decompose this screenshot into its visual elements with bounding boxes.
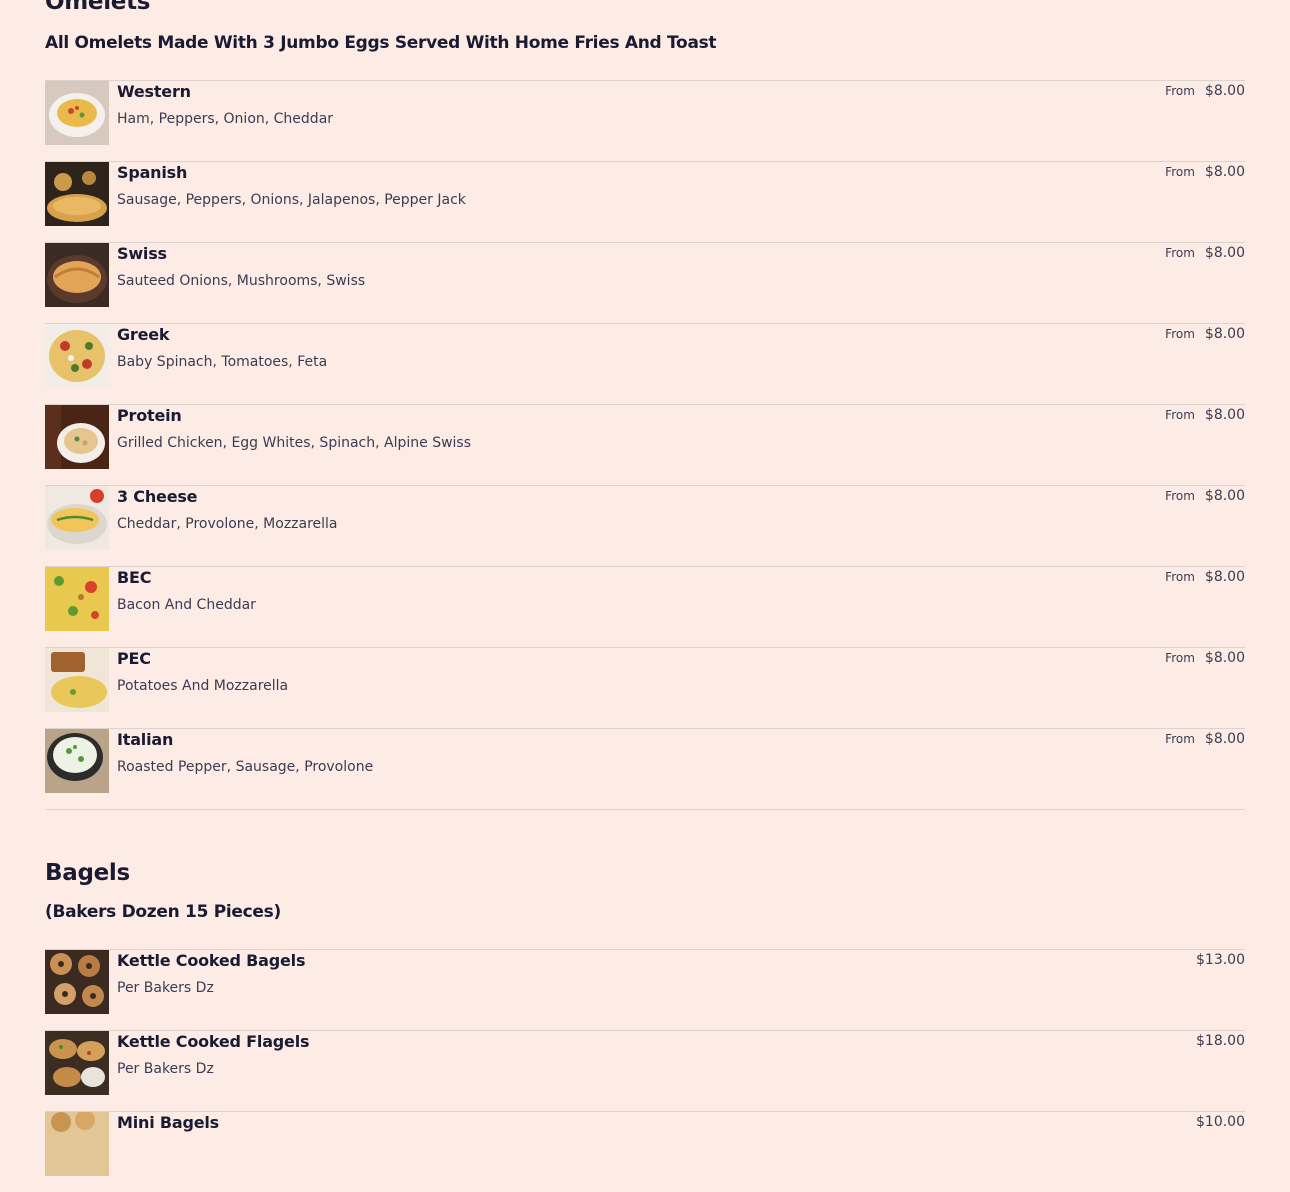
menu-item-list: Kettle Cooked Bagels Per Bakers Dz $13.0…: [45, 949, 1245, 1192]
menu-item-price: $8.00: [1204, 650, 1245, 666]
menu-item-kettle-cooked-flagels[interactable]: Kettle Cooked Flagels Per Bakers Dz $18.…: [45, 1030, 1245, 1111]
menu-item-description: Ham, Peppers, Onion, Cheddar: [117, 111, 334, 127]
menu-item-image: [45, 1112, 109, 1176]
section-title: Omelets: [45, 0, 151, 15]
menu-item-price: $8.00: [1204, 164, 1245, 180]
menu-item-greek[interactable]: Greek Baby Spinach, Tomatoes, Feta From …: [45, 323, 1245, 404]
menu-item-description: Sauteed Onions, Mushrooms, Swiss: [117, 273, 366, 289]
menu-item-name: 3 Cheese: [117, 487, 198, 506]
section-subtitle: (Bakers Dozen 15 Pieces): [45, 902, 281, 922]
section-subtitle: All Omelets Made With 3 Jumbo Eggs Serve…: [45, 33, 717, 53]
price-block: From $8.00: [1165, 326, 1245, 342]
price-prefix: From: [1165, 165, 1195, 179]
menu-item-image: [45, 1031, 109, 1095]
menu-item-kettle-cooked-bagels[interactable]: Kettle Cooked Bagels Per Bakers Dz $13.0…: [45, 949, 1245, 1030]
menu-item-description: Roasted Pepper, Sausage, Provolone: [117, 759, 374, 775]
menu-item-name: Kettle Cooked Bagels: [117, 951, 306, 970]
menu-item-list: Western Ham, Peppers, Onion, Cheddar Fro…: [45, 80, 1245, 810]
price-prefix: From: [1165, 732, 1195, 746]
price-block: From $8.00: [1165, 245, 1245, 261]
menu-item-western[interactable]: Western Ham, Peppers, Onion, Cheddar Fro…: [45, 80, 1245, 161]
price-block: $18.00: [1196, 1033, 1245, 1049]
menu-item-image: [45, 81, 109, 145]
price-block: From $8.00: [1165, 164, 1245, 180]
price-prefix: From: [1165, 651, 1195, 665]
menu-item-name: Protein: [117, 406, 182, 425]
menu-item-name: Kettle Cooked Flagels: [117, 1032, 310, 1051]
price-block: From $8.00: [1165, 731, 1245, 747]
menu-item-bec[interactable]: BEC Bacon And Cheddar From $8.00: [45, 566, 1245, 647]
menu-item-price: $10.00: [1196, 1114, 1245, 1130]
price-block: From $8.00: [1165, 569, 1245, 585]
price-prefix: From: [1165, 408, 1195, 422]
menu-item-price: $8.00: [1204, 83, 1245, 99]
menu-item-description: Sausage, Peppers, Onions, Jalapenos, Pep…: [117, 192, 466, 208]
menu-item-image: [45, 950, 109, 1014]
menu-item-name: Greek: [117, 325, 170, 344]
menu-item-description: Potatoes And Mozzarella: [117, 678, 289, 694]
menu-item-price: $13.00: [1196, 952, 1245, 968]
price-prefix: From: [1165, 327, 1195, 341]
price-prefix: From: [1165, 489, 1195, 503]
price-block: From $8.00: [1165, 407, 1245, 423]
menu-item-description: Cheddar, Provolone, Mozzarella: [117, 516, 338, 532]
menu-item-name: Mini Bagels: [117, 1113, 219, 1132]
menu-item-description: Per Bakers Dz: [117, 980, 214, 996]
menu-item-image: [45, 405, 109, 469]
price-block: From $8.00: [1165, 650, 1245, 666]
menu-item-name: Spanish: [117, 163, 188, 182]
menu-item-image: [45, 567, 109, 631]
menu-item-image: [45, 486, 109, 550]
menu-item-image: [45, 324, 109, 388]
menu-item-name: PEC: [117, 649, 151, 668]
menu-item-name: Western: [117, 82, 191, 101]
menu-item-spanish[interactable]: Spanish Sausage, Peppers, Onions, Jalape…: [45, 161, 1245, 242]
price-block: $13.00: [1196, 952, 1245, 968]
menu-item-image: [45, 243, 109, 307]
price-block: From $8.00: [1165, 488, 1245, 504]
menu-item-name: BEC: [117, 568, 152, 587]
menu-item-price: $18.00: [1196, 1033, 1245, 1049]
menu-item-description: Per Bakers Dz: [117, 1061, 214, 1077]
menu-item-description: Grilled Chicken, Egg Whites, Spinach, Al…: [117, 435, 472, 451]
menu-item-image: [45, 729, 109, 793]
price-block: From $8.00: [1165, 83, 1245, 99]
menu-item-3-cheese[interactable]: 3 Cheese Cheddar, Provolone, Mozzarella …: [45, 485, 1245, 566]
menu-item-name: Swiss: [117, 244, 167, 263]
menu-item-image: [45, 162, 109, 226]
price-prefix: From: [1165, 246, 1195, 260]
price-block: $10.00: [1196, 1114, 1245, 1130]
menu-item-price: $8.00: [1204, 407, 1245, 423]
menu-item-price: $8.00: [1204, 731, 1245, 747]
price-prefix: From: [1165, 570, 1195, 584]
menu-item-price: $8.00: [1204, 488, 1245, 504]
menu-item-price: $8.00: [1204, 245, 1245, 261]
menu-item-mini-bagels[interactable]: Mini Bagels $10.00: [45, 1111, 1245, 1192]
menu-item-description: Baby Spinach, Tomatoes, Feta: [117, 354, 328, 370]
price-prefix: From: [1165, 84, 1195, 98]
menu-item-pec[interactable]: PEC Potatoes And Mozzarella From $8.00: [45, 647, 1245, 728]
menu-item-image: [45, 648, 109, 712]
menu-item-protein[interactable]: Protein Grilled Chicken, Egg Whites, Spi…: [45, 404, 1245, 485]
menu-item-name: Italian: [117, 730, 174, 749]
menu-item-italian[interactable]: Italian Roasted Pepper, Sausage, Provolo…: [45, 728, 1245, 809]
menu-item-swiss[interactable]: Swiss Sauteed Onions, Mushrooms, Swiss F…: [45, 242, 1245, 323]
menu-item-price: $8.00: [1204, 569, 1245, 585]
menu-item-description: Bacon And Cheddar: [117, 597, 256, 613]
section-title: Bagels: [45, 860, 130, 886]
menu-item-price: $8.00: [1204, 326, 1245, 342]
